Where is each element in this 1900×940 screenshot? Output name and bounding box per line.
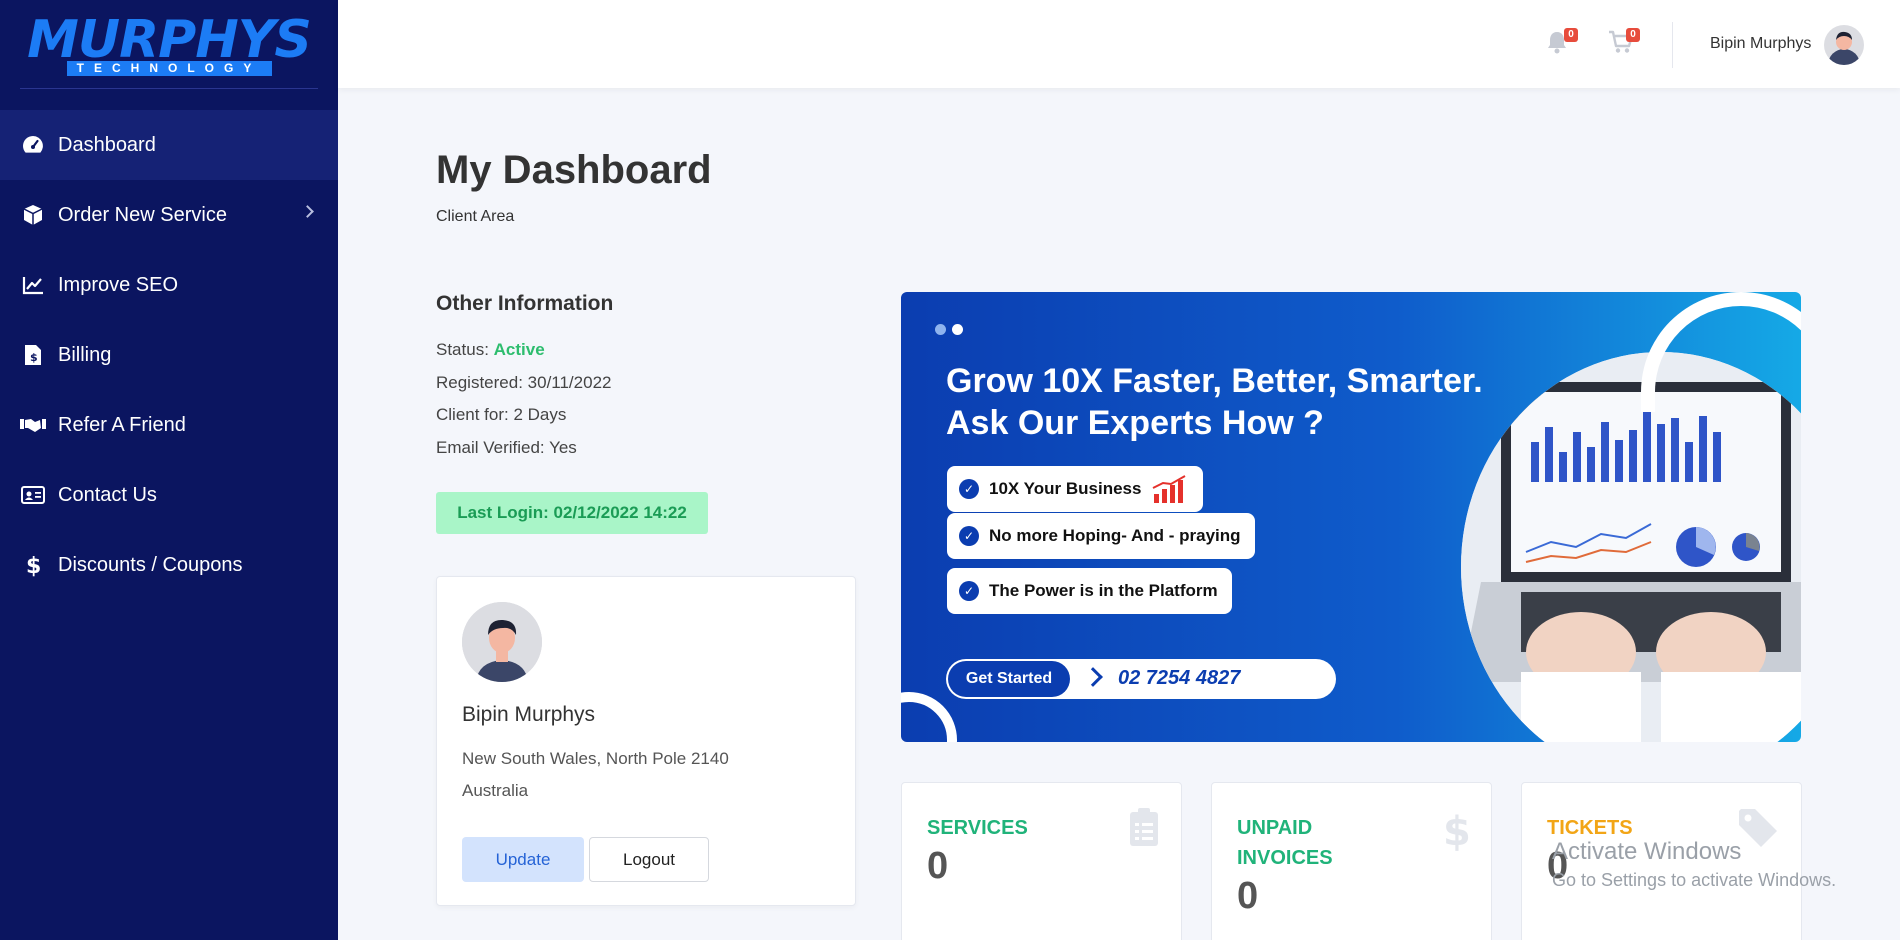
phone-number[interactable]: 02 7254 4827 [1118, 667, 1240, 690]
cart-badge: 0 [1626, 28, 1640, 42]
status-line: Status: Active [436, 340, 545, 360]
sidebar-item-contact-us[interactable]: Contact Us [0, 460, 338, 530]
stat-card-services[interactable]: SERVICES 0 [901, 782, 1182, 940]
box-icon [20, 203, 46, 227]
get-started-cta[interactable]: Get Started 02 7254 4827 [946, 659, 1336, 699]
dollar-icon: $ [20, 553, 46, 577]
other-information-heading: Other Information [436, 292, 614, 315]
banner-bullet-text: The Power is in the Platform [989, 581, 1218, 600]
banner-bullet-text: 10X Your Business [989, 479, 1142, 498]
avatar [462, 602, 542, 682]
stat-label: UNPAID INVOICES [1237, 813, 1333, 873]
check-circle-icon: ✓ [959, 581, 979, 601]
gauge-icon [20, 133, 46, 157]
banner-bullet: ✓ No more Hoping- And - praying [947, 513, 1255, 559]
logo-sub-text: TECHNOLOGY [66, 60, 272, 76]
check-circle-icon: ✓ [959, 479, 979, 499]
logo-main-text: MURPHYS [27, 9, 312, 70]
banner-headline-line1: Grow 10X Faster, Better, Smarter. [946, 362, 1483, 400]
decorative-ring [901, 692, 957, 742]
banner-bullet: ✓ 10X Your Business [947, 466, 1204, 512]
status-badge: Active [493, 340, 545, 359]
sidebar-item-discounts-coupons[interactable]: $ Discounts / Coupons [0, 530, 338, 600]
dollar-icon: $ [1443, 809, 1469, 851]
stat-label-line1: SERVICES [927, 817, 1028, 839]
svg-text:$: $ [1443, 809, 1469, 851]
email-verified: Email Verified: Yes [436, 438, 577, 457]
logout-button[interactable]: Logout [589, 837, 709, 882]
profile-name: Bipin Murphys [462, 703, 596, 726]
growth-chart-icon [1152, 475, 1186, 503]
stat-value: 0 [1237, 875, 1259, 917]
sidebar-item-label: Refer A Friend [58, 413, 186, 436]
stat-label-line1: UNPAID [1237, 817, 1313, 839]
stat-card-unpaid-invoices[interactable]: UNPAID INVOICES 0 $ [1211, 782, 1492, 940]
sidebar-item-label: Discounts / Coupons [58, 553, 243, 576]
clipboard-icon [1130, 808, 1158, 846]
cart-button[interactable]: 0 [1608, 28, 1640, 58]
watermark-line2: Go to Settings to activate Windows. [1552, 870, 1837, 890]
sidebar-item-label: Dashboard [58, 133, 156, 156]
banner-bullet-text: No more Hoping- And - praying [989, 526, 1241, 545]
sidebar-item-billing[interactable]: $ Billing [0, 320, 338, 390]
last-login-badge: Last Login: 02/12/2022 14:22 [436, 492, 708, 534]
sidebar-item-label: Order New Service [58, 203, 227, 226]
sidebar-item-label: Improve SEO [58, 273, 179, 296]
sidebar: MURPHYS TECHNOLOGY Dashboard Order New S… [0, 0, 338, 940]
invoice-icon: $ [20, 343, 46, 367]
handshake-icon [20, 413, 46, 437]
chevron-right-icon [301, 205, 314, 218]
profile-address-line1: New South Wales, North Pole 2140 [462, 749, 729, 768]
topbar-divider [1672, 22, 1673, 68]
sidebar-item-dashboard[interactable]: Dashboard [0, 110, 338, 180]
carousel-dot[interactable] [952, 324, 963, 335]
sidebar-divider [20, 88, 318, 89]
profile-address-line2: Australia [462, 781, 529, 800]
avatar[interactable] [1824, 25, 1864, 65]
sidebar-item-label: Billing [58, 343, 112, 366]
windows-activation-watermark: Activate Windows Go to Settings to activ… [1552, 838, 1836, 891]
stat-label: SERVICES [927, 813, 1028, 843]
topbar-user-name[interactable]: Bipin Murphys [1710, 35, 1811, 53]
status-label: Status: [436, 340, 489, 359]
svg-text:$: $ [26, 554, 41, 577]
banner-headline-line2: Ask Our Experts How ? [946, 404, 1324, 442]
get-started-button[interactable]: Get Started [948, 661, 1070, 697]
profile-card: Bipin Murphys New South Wales, North Pol… [436, 576, 856, 906]
sidebar-nav: Dashboard Order New Service Improve SEO … [0, 110, 338, 600]
decorative-ring [1641, 292, 1801, 412]
brand-logo[interactable]: MURPHYS TECHNOLOGY [0, 0, 338, 92]
sidebar-item-refer-a-friend[interactable]: Refer A Friend [0, 390, 338, 460]
topbar: 0 0 Bipin Murphys [338, 0, 1900, 88]
promo-banner[interactable]: Grow 10X Faster, Better, Smarter. Ask Ou… [901, 292, 1801, 742]
page-subtitle: Client Area [436, 208, 515, 225]
chart-line-icon [20, 273, 46, 297]
sidebar-item-label: Contact Us [58, 483, 157, 506]
sidebar-item-order-new-service[interactable]: Order New Service [0, 180, 338, 250]
stat-value: 0 [927, 845, 949, 887]
stat-label-line2: INVOICES [1237, 847, 1333, 869]
page-title: My Dashboard [436, 148, 712, 192]
check-circle-icon: ✓ [959, 526, 979, 546]
sidebar-item-improve-seo[interactable]: Improve SEO [0, 250, 338, 320]
update-button[interactable]: Update [462, 837, 584, 882]
banner-headline: Grow 10X Faster, Better, Smarter. Ask Ou… [946, 360, 1483, 444]
client-duration: Client for: 2 Days [436, 405, 567, 424]
contact-card-icon [20, 483, 46, 507]
svg-text:$: $ [30, 351, 38, 364]
watermark-line1: Activate Windows [1552, 838, 1742, 865]
notifications-badge: 0 [1564, 28, 1578, 42]
registered-date: Registered: 30/11/2022 [436, 373, 612, 392]
carousel-dots[interactable] [935, 322, 969, 340]
banner-bullet: ✓ The Power is in the Platform [947, 568, 1232, 614]
notifications-button[interactable]: 0 [1546, 28, 1578, 58]
chevron-right-icon [1083, 667, 1103, 687]
carousel-dot[interactable] [935, 324, 946, 335]
